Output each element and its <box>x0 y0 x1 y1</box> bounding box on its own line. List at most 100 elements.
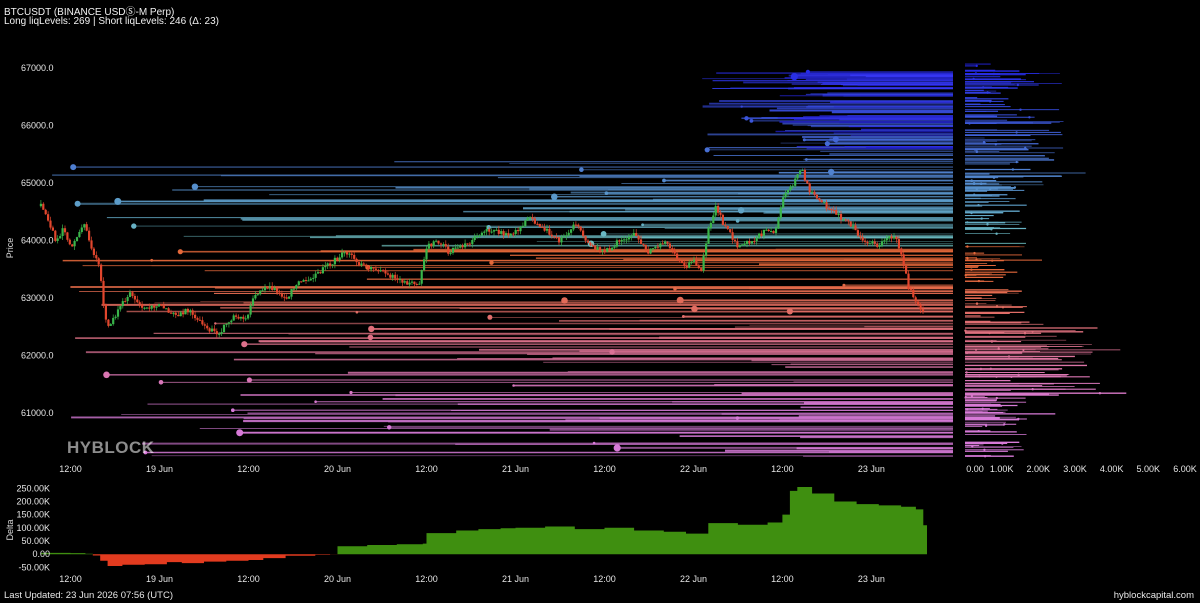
candle <box>635 233 638 237</box>
candle <box>247 314 250 319</box>
liq-level-marker <box>214 322 217 325</box>
histogram-marker <box>990 228 993 231</box>
candle <box>51 227 54 231</box>
candle <box>919 304 922 310</box>
candle <box>326 263 329 266</box>
candle <box>909 289 912 291</box>
candle <box>697 265 700 269</box>
candle <box>331 264 334 266</box>
candle <box>601 250 604 252</box>
candle <box>743 243 746 245</box>
candle <box>649 248 652 254</box>
candle <box>333 257 336 265</box>
candle <box>237 316 240 319</box>
candle <box>888 236 891 239</box>
delta-tick-label: 50.00K <box>21 536 50 546</box>
candle <box>316 272 320 274</box>
time-tick-label: 22 Jun <box>680 464 707 474</box>
candle <box>102 280 105 305</box>
candle <box>63 228 67 233</box>
candle <box>705 243 708 256</box>
candle <box>584 236 587 241</box>
candle <box>873 241 876 244</box>
histogram-marker <box>966 245 969 248</box>
histogram-marker <box>986 91 989 94</box>
histogram-marker <box>994 186 997 189</box>
candle <box>138 302 141 305</box>
histogram-tick-label: 1.00K <box>990 464 1014 474</box>
candle <box>415 284 418 285</box>
liq-level-marker <box>805 69 811 74</box>
candle <box>357 262 361 266</box>
site-link[interactable]: hyblockcapital.com <box>1114 590 1194 601</box>
time-tick-label: 19 Jun <box>146 464 173 474</box>
candle <box>167 308 170 313</box>
candle <box>709 223 712 228</box>
candle <box>659 243 662 248</box>
liq-level-marker <box>786 308 794 315</box>
candle <box>859 235 862 238</box>
time-tick-label: 12:00 <box>771 464 794 474</box>
candle <box>820 200 823 203</box>
candle <box>73 241 76 247</box>
candle <box>842 219 845 221</box>
liq-level-marker <box>662 178 666 183</box>
candle <box>692 259 696 262</box>
candle <box>782 197 785 208</box>
liquidation-level-lines <box>52 71 953 457</box>
liq-level-marker <box>832 136 839 143</box>
time-tick-label: 20 Jun <box>324 464 351 474</box>
candle <box>68 239 71 245</box>
histogram-marker <box>1015 131 1018 134</box>
candle <box>666 241 669 244</box>
candle <box>285 297 288 299</box>
delta-tick-label: 150.00K <box>16 510 50 520</box>
candle <box>661 243 664 245</box>
candle <box>410 281 414 283</box>
candle <box>384 270 387 274</box>
candle <box>439 243 443 245</box>
histogram-marker <box>970 268 973 271</box>
candle <box>680 261 684 263</box>
candle <box>268 286 271 288</box>
candle <box>377 269 380 272</box>
liq-level-marker <box>579 167 584 172</box>
liq-level-marker <box>355 310 359 314</box>
histogram-marker <box>1098 392 1102 395</box>
candle <box>435 240 438 242</box>
liq-level-marker <box>231 408 235 413</box>
candle <box>182 312 185 315</box>
candle <box>731 232 734 240</box>
price-tick-label: 64000.0 <box>21 236 54 246</box>
candle <box>136 299 139 303</box>
candle <box>261 290 264 292</box>
candle <box>647 249 650 254</box>
liq-level-marker <box>236 429 244 437</box>
liq-level-marker <box>70 164 77 171</box>
candle <box>651 248 655 250</box>
candle <box>249 305 252 315</box>
liq-level-marker <box>512 384 515 387</box>
candle <box>598 247 602 252</box>
candle <box>319 272 322 274</box>
liq-level-marker <box>349 390 353 395</box>
candle <box>811 191 814 193</box>
candle <box>179 312 182 317</box>
candle <box>671 248 674 251</box>
time-tick-label: 21 Jun <box>502 464 529 474</box>
histogram-marker <box>983 448 986 451</box>
candle <box>880 241 884 246</box>
candle <box>437 240 440 244</box>
candle <box>116 309 120 317</box>
candle <box>374 268 377 270</box>
candle <box>283 296 286 298</box>
liq-level-marker <box>150 258 154 262</box>
candle <box>690 261 693 263</box>
candle <box>753 241 756 243</box>
liq-level-marker <box>609 349 615 355</box>
candle <box>832 209 835 211</box>
candle <box>866 241 869 244</box>
candle <box>500 231 503 234</box>
chart-canvas: 61000.0 62000.0 63000.0 64000.0 65000.0 66000… <box>5 28 1197 584</box>
candle <box>353 254 356 259</box>
